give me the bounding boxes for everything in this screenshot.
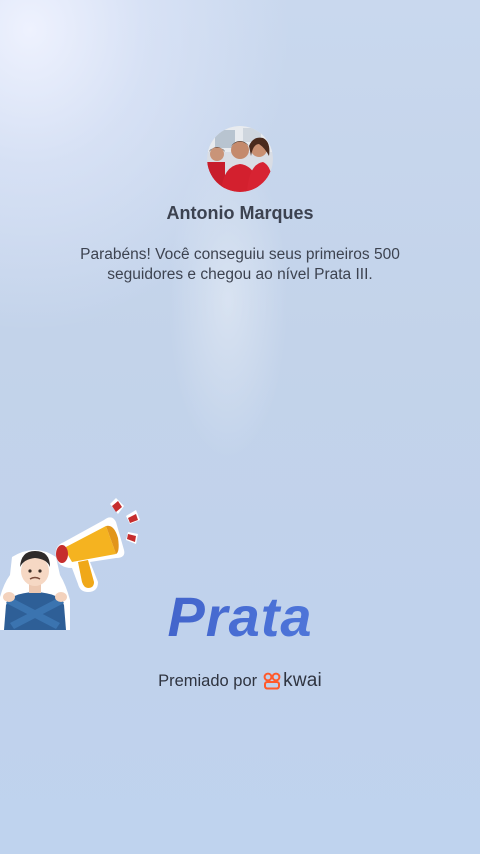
profile-photo-icon — [207, 126, 273, 192]
award-prefix: Premiado por — [158, 671, 258, 690]
achievement-message: Parabéns! Você conseguiu seus primeiros … — [50, 245, 430, 285]
level-title: Prata — [0, 584, 480, 649]
kwai-logo-icon — [263, 672, 281, 690]
kwai-brand[interactable]: kwai — [263, 670, 322, 692]
achievement-message-line-1: Parabéns! Você conseguiu seus primeiros … — [80, 246, 400, 263]
achievement-message-line-2: seguidores e chegou ao nível Prata III. — [107, 266, 373, 283]
profile-name: Antonio Marques — [166, 203, 314, 223]
award-line: Premiado por kwai — [0, 670, 480, 692]
profile-avatar[interactable] — [207, 126, 273, 192]
kwai-brand-name: kwai — [283, 670, 322, 691]
megaphone-icon — [55, 498, 140, 592]
